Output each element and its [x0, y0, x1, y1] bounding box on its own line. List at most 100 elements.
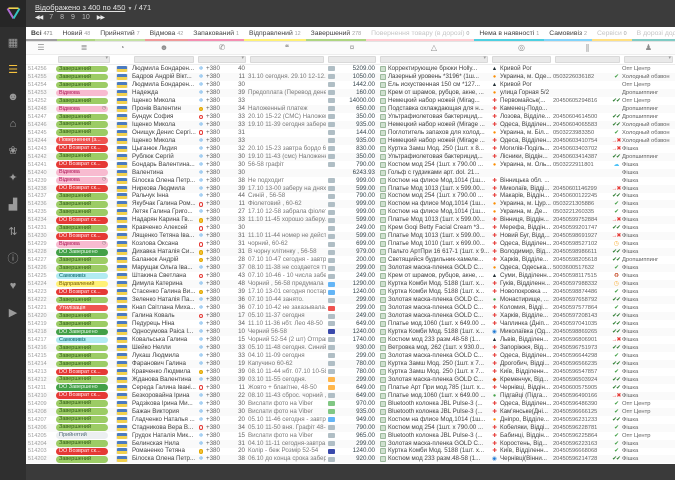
table-row[interactable]: 514226ЗавершенийМарущак Ольга Іва...❄+38… — [26, 264, 675, 272]
comment-filter[interactable] — [250, 56, 324, 63]
table-row[interactable]: 514218DO ЗавершеноОдносумова Раіса І...❄… — [26, 328, 675, 336]
table-row[interactable]: 514208ЗавершенийБажан Виктория❄+38030Вис… — [26, 408, 675, 416]
table-row[interactable]: 514204ЗавершенийБелинская Нила❄+3803104.… — [26, 440, 675, 448]
country-icon[interactable]: ◔ — [112, 43, 132, 53]
clients-icon[interactable]: ☻ — [0, 86, 26, 108]
tab-нема-в-наявності[interactable]: Нема в наявності 1 — [474, 27, 544, 41]
money-icon[interactable]: ¤ — [326, 43, 378, 53]
statistics-icon[interactable]: ▟ — [0, 194, 26, 216]
app-logo[interactable] — [0, 0, 26, 27]
ttn-icon[interactable]: ∥ — [553, 43, 622, 53]
tab-прийнятий[interactable]: Прийнятий 7 — [95, 27, 144, 41]
table-row[interactable]: 514224ВідправленийДимула Катерина❄+38048… — [26, 280, 675, 288]
table-row[interactable]: 514236ЗавершенийЯкубчак Галина Ром...+38… — [26, 200, 675, 208]
status-icon[interactable]: ≣ — [56, 43, 112, 53]
range-dropdown[interactable]: Відображено з 400 по 450 — [35, 3, 125, 12]
table-row[interactable]: 514247ЗавершенийБундук София+3803320.10 … — [26, 113, 675, 121]
products-icon[interactable]: ❀ — [0, 140, 26, 162]
tab-сервіси[interactable]: Сервіси 0 — [592, 27, 632, 41]
tab-самовивіз[interactable]: Самовивіз 2 — [544, 27, 592, 41]
order-id-icon[interactable]: ☰ — [26, 43, 56, 53]
client-icon[interactable]: ☻ — [132, 43, 196, 53]
tab-запакований[interactable]: Запакований 1 — [188, 27, 244, 41]
table-row[interactable]: 514217СамовивізКовальська Галина❄+38015Ч… — [26, 336, 675, 344]
status-filter[interactable] — [58, 56, 110, 63]
ttn-filter[interactable] — [555, 56, 620, 63]
table-row[interactable]: 514220ЗавершенийГалина Коваль+3801705.10… — [26, 312, 675, 320]
partners-icon[interactable]: ♥ — [0, 275, 26, 297]
tab-новий[interactable]: Новий 48 — [57, 27, 95, 41]
marketing-icon[interactable]: ✦ — [0, 167, 26, 189]
page-number[interactable]: 8 — [60, 14, 64, 21]
dashboard-icon[interactable]: ▦ — [0, 32, 26, 54]
table-row[interactable]: 514223DO Возврат ск...Стасенко Галина Ви… — [26, 288, 675, 296]
table-row[interactable]: 514241DO Возврат ск...Бондарь Валентина.… — [26, 161, 675, 169]
table-row[interactable]: 514256ЗавершенийЛюдмила Бондарен...❄+380… — [26, 65, 675, 73]
product-icon[interactable]: △ — [378, 43, 490, 53]
table-row[interactable]: 514212ЗавершенийЖданова Валентина❄+38039… — [26, 376, 675, 384]
page-number[interactable]: 10 — [82, 14, 90, 21]
table-row[interactable]: 514227ЗавершенийБаланюк Андрій+3802807.1… — [26, 256, 675, 264]
table-row[interactable]: 514254ЗавершенийЛюдмила Бондарен...❄+380… — [26, 81, 675, 89]
table-row[interactable]: 514255ЗавершенийБадров Андрій Вікт...❄+3… — [26, 73, 675, 81]
price-filter[interactable] — [328, 56, 376, 63]
table-row[interactable]: 514215ЗавершенийЛукаш Людмила❄+3803304.1… — [26, 352, 675, 360]
phone-icon[interactable]: ✆ — [196, 43, 248, 53]
campaign-icon[interactable]: ♟ — [622, 43, 675, 53]
client-filter[interactable] — [134, 56, 194, 63]
table-row[interactable]: 514244Повернення (з...Іщенко Микола❄+380… — [26, 137, 675, 145]
table-row[interactable]: 514238DO Возврат ск...Ниркова Людмила❄+3… — [26, 185, 675, 193]
product-filter[interactable] — [380, 56, 488, 63]
table-row[interactable]: 514222ЗавершенийЗеленко Наталія Па...❄+3… — [26, 296, 675, 304]
table-row[interactable]: 514239Відмова◷Білоска Олена Петр...❄+380… — [26, 177, 675, 185]
tab-повернення-товару-в-дорозі-[interactable]: Повернення товару (в дорозі) 0 — [366, 27, 474, 41]
tab-завершений[interactable]: Завершений 278 — [306, 27, 366, 41]
table-row[interactable]: 514225СамовивізШтакина Светлана+3804307.… — [26, 272, 675, 280]
table-row[interactable]: 514231ЗавершенийКравченко Алексей+380302… — [26, 224, 675, 232]
table-row[interactable]: 514206ЗавершенийСтадникова Вера В...+380… — [26, 424, 675, 432]
chevron-down-icon[interactable]: ▼ — [127, 6, 132, 12]
page-number[interactable]: 9 — [71, 14, 75, 21]
table-row[interactable]: 514207ЗавершенийГладченко Наталья ...❄+3… — [26, 416, 675, 424]
integrations-icon[interactable]: ⇅ — [0, 221, 26, 243]
table-row[interactable]: 514219ЗавершенийПедурець Ніна❄+3803411.1… — [26, 320, 675, 328]
table-row[interactable]: 514203DO Возврат ск...Романенко Тетяна+3… — [26, 448, 675, 456]
comment-icon[interactable]: ❝ — [248, 43, 326, 53]
campaign-filter[interactable] — [624, 56, 673, 63]
table-row[interactable]: 514235ЗавершенийЛетяк Галина Григо...❄+3… — [26, 208, 675, 216]
tab-в-дорозі-додому[interactable]: В дорозі додому 0 — [632, 27, 675, 41]
tab-відмова[interactable]: Відмова 42 — [145, 27, 189, 41]
table-row[interactable]: 514252ЗавершенийІщенко Микола❄+380331400… — [26, 97, 675, 105]
phone-filter[interactable] — [198, 56, 246, 63]
table-row[interactable]: 514211DO ЗавершеноСереда Галина Івані...… — [26, 384, 675, 392]
table-row[interactable]: 514240ВідмоваВалентина❄+380306243.93Голь… — [26, 169, 675, 177]
table-row[interactable]: 514234DO Возврат ск...Надарян Карина Гв.… — [26, 216, 675, 224]
table-row[interactable]: 514229Відмова◷Козлова Оксана+38031чорний… — [26, 240, 675, 248]
table-row[interactable]: 514213DO Возврат ск...Кравченко Людмила+… — [26, 368, 675, 376]
video-icon[interactable]: ▶ — [0, 302, 26, 324]
table-row[interactable]: 514237ЗавершенийРальчук Інна❄+38044Синій… — [26, 193, 675, 201]
fulfillment-icon[interactable]: ⌂ — [0, 113, 26, 135]
location-icon[interactable]: ◎ — [490, 43, 553, 53]
page-number[interactable]: 7 — [49, 14, 53, 21]
first-page-icon[interactable]: ◀◀ — [35, 14, 42, 21]
table-row[interactable]: 514253ВідмоваНадежда❄+38039Предоплата (П… — [26, 89, 675, 97]
last-page-icon[interactable]: ▶▶ — [97, 14, 104, 21]
tab-всі[interactable]: Всі 471 — [26, 27, 57, 41]
table-row[interactable]: 514246ЗавершенийІщенко Микола❄+3803319.1… — [26, 121, 675, 129]
table-row[interactable]: 514216ЗавершенийШейко Нелли❄+3803305.10 … — [26, 344, 675, 352]
tab-відправлений[interactable]: Відправлений 12 — [244, 27, 306, 41]
table-row[interactable]: 514209ЗавершенийРадзікова Ірина Ми...❄+3… — [26, 400, 675, 408]
table-row[interactable]: 514248Відмова◷Пронів Валентин+38034Налож… — [26, 105, 675, 113]
table-row[interactable]: 514202ЗавершенийБілоска Олена Петр...❄+3… — [26, 455, 675, 463]
table-row[interactable]: 514243DO Возврат ск...Цыганюк Лидия❄+380… — [26, 145, 675, 153]
table-row[interactable]: 514242ЗавершенийРублюк Сергій❄+3803019.1… — [26, 153, 675, 161]
table-row[interactable]: 514221УтилізаціяКнап Світлана Миха...❄+3… — [26, 304, 675, 312]
orders-icon[interactable]: ☰ — [0, 59, 26, 81]
table-row[interactable]: 514210DO Возврат ск...Безкоровайна Ірина… — [26, 392, 675, 400]
city-filter[interactable] — [492, 56, 551, 63]
info-icon[interactable]: ⓘ — [0, 248, 26, 270]
table-row[interactable]: 514214ЗавершенийФаранович Галина❄+38019К… — [26, 360, 675, 368]
table-row[interactable]: 514228DO ЗавершеноДихавка Наталія Си...+… — [26, 248, 675, 256]
table-row[interactable]: 514230DO Возврат ск...Лященко Тетяна Іва… — [26, 232, 675, 240]
